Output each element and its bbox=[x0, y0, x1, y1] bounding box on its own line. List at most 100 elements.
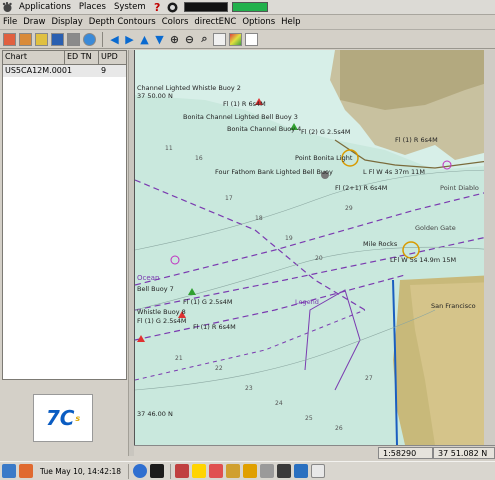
menu-system[interactable]: System bbox=[110, 2, 150, 12]
browser-icon[interactable] bbox=[167, 2, 178, 13]
chart-list: Chart ED TN UPD US5CA12M.000 1 9 bbox=[2, 50, 127, 380]
svg-text:11: 11 bbox=[165, 145, 173, 152]
taskbar-separator bbox=[170, 463, 172, 479]
menu-colors[interactable]: Colors bbox=[159, 17, 192, 27]
svg-text:21: 21 bbox=[175, 355, 183, 362]
map-vertical-scrollbar[interactable] bbox=[484, 50, 495, 445]
seven-cs-logo: 7C s bbox=[33, 394, 93, 442]
pan-up-icon[interactable]: ▲ bbox=[138, 33, 151, 46]
label-whistle-buoy8: Whistle Buoy 8 bbox=[137, 308, 186, 316]
label-mile-rocks: Mile Rocks bbox=[363, 240, 398, 248]
label-light1: Fl (1) R 6s4M bbox=[223, 100, 266, 108]
menu-display[interactable]: Display bbox=[48, 17, 85, 27]
label-lat1: 37 50.00 N bbox=[137, 92, 173, 100]
col-upd[interactable]: UPD bbox=[99, 51, 126, 64]
import-icon[interactable] bbox=[35, 32, 48, 46]
label-point-diablo: Point Diablo bbox=[440, 184, 479, 192]
palette-icon[interactable] bbox=[229, 32, 242, 46]
svg-text:25: 25 bbox=[305, 415, 313, 422]
window-icon[interactable] bbox=[277, 464, 292, 478]
nautical-chart[interactable]: Channel Lighted Whistle Buoy 2 37 50.00 … bbox=[135, 50, 495, 445]
label-bell-buoy7: Bell Buoy 7 bbox=[137, 285, 174, 293]
pan-right-icon[interactable]: ▶ bbox=[123, 33, 136, 46]
label-light3: Fl (1) G 2.5s4M bbox=[137, 317, 186, 325]
label-channel-buoy2: Channel Lighted Whistle Buoy 2 bbox=[137, 84, 241, 92]
show-desktop-icon[interactable] bbox=[2, 464, 16, 478]
label-san-francisco: San Francisco bbox=[431, 302, 476, 310]
label-light5: Fl (2+1) R 6s4M bbox=[335, 184, 387, 192]
zoom-in-icon[interactable]: ⊕ bbox=[168, 33, 181, 46]
chart-map-view[interactable]: Channel Lighted Whistle Buoy 2 37 50.00 … bbox=[134, 50, 495, 445]
svg-text:18: 18 bbox=[255, 215, 263, 222]
coordinate-readout: 37 51.082 N bbox=[433, 446, 495, 459]
label-point-bonita: Point Bonita Light bbox=[295, 154, 353, 162]
label-ocean: Ocean bbox=[137, 274, 159, 282]
menu-draw[interactable]: Draw bbox=[20, 17, 48, 27]
logo-text: 7C bbox=[45, 406, 75, 430]
menu-help[interactable]: Help bbox=[278, 17, 303, 27]
chart-info-icon[interactable] bbox=[213, 32, 226, 46]
files-icon[interactable] bbox=[226, 464, 241, 478]
label-light7: Fl (2) G 2.5s4M bbox=[301, 128, 350, 136]
svg-text:23: 23 bbox=[245, 385, 253, 392]
menu-places[interactable]: Places bbox=[75, 2, 110, 12]
label-bonita-buoy4: Bonita Channel Buoy 4 bbox=[227, 125, 301, 133]
scale-readout: 1:58290 bbox=[378, 446, 433, 459]
zoom-out-icon[interactable]: ⊖ bbox=[183, 33, 196, 46]
app-launcher-icon[interactable] bbox=[19, 464, 33, 478]
folder-icon[interactable] bbox=[192, 464, 207, 478]
system-monitor-graph bbox=[183, 2, 228, 12]
label-light2: Fl (1) G 2.5s4M bbox=[183, 298, 232, 306]
print-icon[interactable] bbox=[67, 32, 80, 46]
game-icon[interactable] bbox=[175, 464, 190, 478]
menu-file[interactable]: File bbox=[0, 17, 20, 27]
globe-icon[interactable] bbox=[83, 32, 96, 46]
settings-icon[interactable] bbox=[260, 464, 275, 478]
chart-app-icon[interactable] bbox=[209, 464, 224, 478]
svg-text:26: 26 bbox=[335, 425, 343, 432]
status-bar: 1:58290 37 51.082 N bbox=[134, 445, 495, 459]
label-bonita-buoy3: Bonita Channel Lighted Bell Buoy 3 bbox=[183, 113, 298, 121]
left-panel: Chart ED TN UPD US5CA12M.000 1 9 7C s bbox=[2, 50, 127, 456]
label-light8: Fl (1) R 6s4M bbox=[395, 136, 438, 144]
battery-indicator bbox=[231, 2, 268, 12]
help-icon[interactable]: ? bbox=[152, 2, 163, 13]
label-four-fathom: Four Fathom Bank Lighted Bell Buoy bbox=[215, 168, 333, 176]
logo-suffix: s bbox=[75, 413, 81, 423]
save-icon[interactable] bbox=[51, 32, 64, 46]
table-row[interactable]: US5CA12M.000 1 9 bbox=[3, 65, 126, 77]
network-icon[interactable] bbox=[133, 464, 148, 478]
label-lat2: 37 46.00 N bbox=[137, 410, 173, 418]
toolbar-separator bbox=[102, 31, 105, 47]
globe-taskbar-icon[interactable] bbox=[294, 464, 309, 478]
zoom-area-icon[interactable]: ⌕ bbox=[198, 32, 211, 46]
col-chart[interactable]: Chart bbox=[3, 51, 65, 64]
pan-down-icon[interactable]: ▼ bbox=[153, 33, 166, 46]
taskbar-separator bbox=[128, 463, 130, 479]
menu-directenc[interactable]: directENC bbox=[191, 17, 239, 27]
cell-chart: US5CA12M.000 bbox=[5, 66, 67, 75]
cell-upd: 9 bbox=[101, 66, 107, 75]
label-legend: Legend bbox=[295, 298, 319, 306]
open-chart-icon[interactable] bbox=[3, 32, 16, 46]
col-edtn[interactable]: ED TN bbox=[65, 51, 99, 64]
menu-options[interactable]: Options bbox=[239, 17, 278, 27]
star-icon[interactable] bbox=[243, 464, 258, 478]
gnome-foot-icon[interactable] bbox=[2, 1, 13, 13]
svg-text:22: 22 bbox=[215, 365, 223, 372]
pick-report-icon[interactable] bbox=[245, 32, 258, 46]
svg-text:16: 16 bbox=[195, 155, 203, 162]
clock[interactable]: Tue May 10, 14:42:18 bbox=[40, 467, 121, 476]
label-light9: LFl W 5s 14.9m 15M bbox=[390, 256, 456, 264]
menu-depth-contours[interactable]: Depth Contours bbox=[86, 17, 159, 27]
chart-list-header: Chart ED TN UPD bbox=[3, 51, 126, 65]
system-top-bar: Applications Places System ? bbox=[0, 0, 495, 15]
terminal-icon[interactable] bbox=[150, 464, 165, 478]
open-folder-icon[interactable] bbox=[19, 32, 32, 46]
label-light4: Fl (1) R 6s4M bbox=[193, 323, 236, 331]
menu-applications[interactable]: Applications bbox=[15, 2, 75, 12]
svg-text:20: 20 bbox=[315, 255, 323, 262]
document-icon[interactable] bbox=[311, 464, 326, 478]
app-menu-bar: File Draw Display Depth Contours Colors … bbox=[0, 15, 495, 30]
pan-left-icon[interactable]: ◀ bbox=[108, 33, 121, 46]
